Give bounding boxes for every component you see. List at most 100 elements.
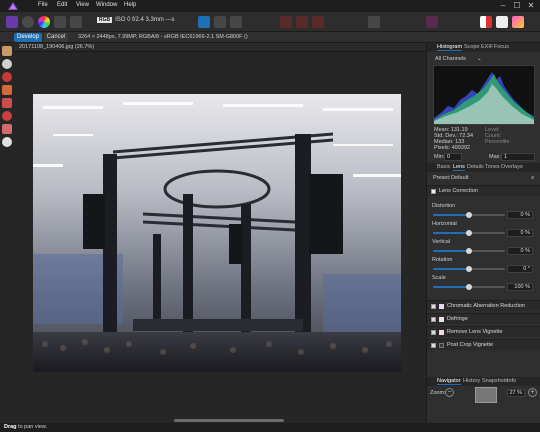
overlay-gradient-tool-icon[interactable] xyxy=(2,137,12,147)
zoom-tool-icon[interactable] xyxy=(2,59,12,69)
vertical-slider[interactable] xyxy=(433,248,505,254)
menu-view[interactable]: View xyxy=(76,2,89,8)
develop-persona-icon[interactable] xyxy=(38,16,50,28)
menu-edit[interactable]: Edit xyxy=(57,2,67,8)
scale-value[interactable]: 100 % xyxy=(507,283,533,291)
rotation-label: Rotation xyxy=(432,257,453,263)
chromatic-aberration-section[interactable]: Chromatic Aberration Reduction xyxy=(427,300,540,311)
lens-vignette-icon xyxy=(439,330,444,335)
tab-overlays[interactable]: Overlays xyxy=(501,164,523,170)
develop-tabs: Basic Lens Details Tones Overlays xyxy=(427,163,540,172)
distortion-slider-knob[interactable] xyxy=(466,212,472,218)
max-input[interactable]: 1 xyxy=(501,153,535,161)
mirror-view-icon[interactable] xyxy=(230,16,242,28)
view-tool-icon[interactable] xyxy=(198,16,210,28)
scale-label: Scale xyxy=(432,275,446,281)
horizontal-value[interactable]: 0 % xyxy=(507,229,533,237)
color-panel-icon[interactable] xyxy=(480,16,492,28)
canvas-area[interactable] xyxy=(14,52,426,418)
tab-focus[interactable]: Focus xyxy=(494,44,509,50)
tab-histogram[interactable]: Histogram xyxy=(437,44,463,51)
hand-tool-icon[interactable] xyxy=(2,46,12,56)
horizontal-slider[interactable] xyxy=(433,230,505,236)
develop-button[interactable]: Develop xyxy=(14,33,42,42)
preset-select[interactable]: Default xyxy=(451,175,468,181)
menu-help[interactable]: Help xyxy=(124,2,136,8)
minimize-icon[interactable]: – xyxy=(496,1,510,11)
tab-snapshots[interactable]: Snapshots xyxy=(482,378,508,384)
cancel-button[interactable]: Cancel xyxy=(44,33,68,42)
distortion-slider[interactable] xyxy=(433,212,505,218)
assistant-icon[interactable] xyxy=(368,16,380,28)
lens-correction-checkbox[interactable] xyxy=(431,189,436,194)
preset-label: Preset: xyxy=(433,175,451,181)
tab-basic[interactable]: Basic xyxy=(437,164,450,170)
image-info: 3264 × 2448px, 7.99MP, RGBA/8 - sRGB IEC… xyxy=(78,34,248,40)
overlay-erase-tool-icon[interactable] xyxy=(2,124,12,134)
distortion-slider-fill xyxy=(433,214,469,216)
defringe-section[interactable]: Defringe xyxy=(427,313,540,324)
clipping-highlights-icon[interactable] xyxy=(296,16,308,28)
min-input[interactable]: 0 xyxy=(444,153,462,161)
tab-lens[interactable]: Lens xyxy=(453,164,465,171)
overlay-paint-tool-icon[interactable] xyxy=(2,111,12,121)
rotation-value[interactable]: 0 ° xyxy=(507,265,533,273)
navigator-tabs: Navigator History Snapshots Info xyxy=(427,377,540,386)
preset-menu-icon[interactable]: ≡ xyxy=(531,175,534,181)
lens-correction-section[interactable]: Lens Correction xyxy=(427,185,540,196)
blemish-removal-tool-icon[interactable] xyxy=(2,98,12,108)
zoom-in-icon[interactable]: + xyxy=(528,388,537,397)
defringe-checkbox[interactable] xyxy=(431,317,436,322)
swatches-panel-icon[interactable] xyxy=(512,16,524,28)
vertical-value[interactable]: 0 % xyxy=(507,247,533,255)
tab-navigator[interactable]: Navigator xyxy=(437,378,461,385)
scale-slider[interactable] xyxy=(433,284,505,290)
zoom-label: Zoom: xyxy=(430,390,446,396)
channel-select[interactable]: All Channels xyxy=(435,56,466,62)
split-view-icon[interactable] xyxy=(214,16,226,28)
tab-tones[interactable]: Tones xyxy=(485,164,500,170)
remove-lens-vignette-section[interactable]: Remove Lens Vignette xyxy=(427,326,540,337)
scale-slider-knob[interactable] xyxy=(466,284,472,290)
min-label: Min: xyxy=(434,154,445,160)
navigator-thumbnail[interactable] xyxy=(475,387,497,403)
post-crop-vignette-section[interactable]: Post Crop Vignette xyxy=(427,339,540,350)
chevron-down-icon[interactable]: ⌄ xyxy=(477,56,482,62)
tab-scope[interactable]: Scope xyxy=(464,44,480,50)
menu-window[interactable]: Window xyxy=(96,2,117,8)
tab-info[interactable]: Info xyxy=(507,378,516,384)
export-persona-icon[interactable] xyxy=(70,16,82,28)
toolbar: RGB ISO 0 f/2.4 3.3mm ---s xyxy=(0,12,540,32)
rotation-slider[interactable] xyxy=(433,266,505,272)
scrollbar-thumb[interactable] xyxy=(174,419,284,422)
post-crop-vignette-checkbox[interactable] xyxy=(431,343,436,348)
zoom-out-icon[interactable]: − xyxy=(445,388,454,397)
close-icon[interactable]: ✕ xyxy=(524,1,538,11)
chromatic-aberration-checkbox[interactable] xyxy=(431,304,436,309)
tone-mapping-persona-icon[interactable] xyxy=(54,16,66,28)
rotation-slider-knob[interactable] xyxy=(466,266,472,272)
vertical-slider-knob[interactable] xyxy=(466,248,472,254)
defringe-title: Defringe xyxy=(447,316,468,322)
menu-file[interactable]: File xyxy=(38,2,48,8)
tab-history[interactable]: History xyxy=(463,378,480,384)
tab-details[interactable]: Details xyxy=(467,164,484,170)
white-balance-tool-icon[interactable] xyxy=(2,85,12,95)
horizontal-slider-knob[interactable] xyxy=(466,230,472,236)
status-action: Drag xyxy=(4,424,17,430)
liquify-persona-icon[interactable] xyxy=(22,16,34,28)
document-tab[interactable]: 20171108_190406.jpg (26.7%) xyxy=(14,43,426,52)
maximize-icon[interactable]: ☐ xyxy=(510,1,524,11)
brushes-panel-icon[interactable] xyxy=(496,16,508,28)
tab-exif[interactable]: EXIF xyxy=(481,44,493,50)
photo-persona-icon[interactable] xyxy=(6,16,18,28)
clipping-tones-icon[interactable] xyxy=(312,16,324,28)
stat-pixels: Pixels: 499392 xyxy=(434,145,471,151)
histogram-tabs: Histogram Scope EXIF Focus xyxy=(427,43,540,52)
clipping-shadows-icon[interactable] xyxy=(280,16,292,28)
snapshot-icon[interactable] xyxy=(426,16,438,28)
remove-lens-vignette-checkbox[interactable] xyxy=(431,330,436,335)
distortion-value[interactable]: 0 % xyxy=(507,211,533,219)
zoom-value[interactable]: 27 % xyxy=(507,389,525,397)
red-eye-tool-icon[interactable] xyxy=(2,72,12,82)
